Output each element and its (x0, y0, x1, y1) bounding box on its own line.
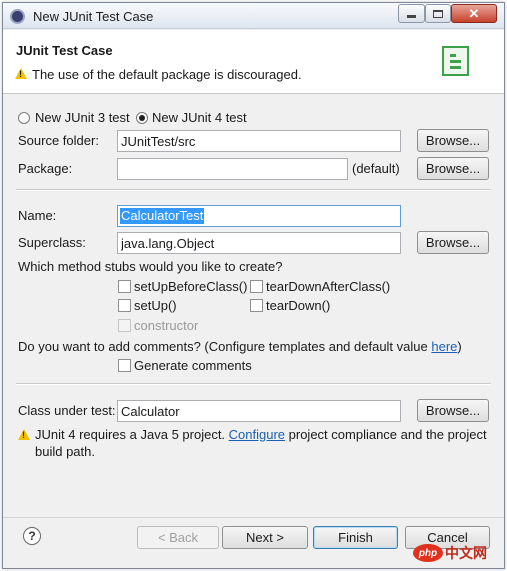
superclass-browse-button[interactable]: Browse... (417, 231, 489, 254)
java5-warning-line2: build path. (35, 444, 95, 459)
class-under-test-browse-button[interactable]: Browse... (417, 399, 489, 422)
generate-comments-label[interactable]: Generate comments (134, 358, 252, 373)
junit3-radio[interactable] (18, 112, 30, 124)
junit3-label[interactable]: New JUnit 3 test (35, 110, 130, 125)
separator (16, 383, 491, 385)
name-input[interactable]: CalculatorTest (117, 205, 401, 227)
close-button[interactable]: ✕ (451, 4, 497, 23)
maximize-icon (433, 9, 443, 18)
watermark-text: 中文网 (445, 545, 487, 561)
junit-wizard-icon (442, 46, 469, 76)
eclipse-icon (10, 9, 25, 24)
next-button[interactable]: Next > (222, 526, 308, 549)
teardown-label[interactable]: tearDown() (266, 298, 330, 313)
java5-warning-text-end: project compliance and the project (285, 427, 487, 442)
php-logo: php (413, 544, 443, 562)
setup-checkbox[interactable] (118, 299, 131, 312)
wizard-message: The use of the default package is discou… (32, 67, 302, 82)
comments-question-end: ) (457, 339, 462, 354)
name-label: Name: (18, 208, 57, 223)
class-under-test-input[interactable] (117, 400, 401, 422)
class-under-test-label: Class under test: (18, 403, 116, 418)
configure-templates-link[interactable]: here (431, 339, 457, 354)
help-icon[interactable]: ? (23, 527, 41, 545)
warning-icon (15, 68, 27, 79)
package-default-label: (default) (352, 161, 400, 176)
wizard-header: JUnit Test Case The use of the default p… (3, 30, 504, 94)
source-folder-label: Source folder: (18, 133, 99, 148)
junit4-label[interactable]: New JUnit 4 test (152, 110, 247, 125)
name-input-value: CalculatorTest (120, 208, 205, 224)
maximize-button[interactable] (425, 4, 451, 23)
php-cn-watermark: php 中文网 (413, 543, 501, 563)
teardown-after-class-label[interactable]: tearDownAfterClass() (266, 279, 390, 294)
close-icon: ✕ (468, 5, 480, 21)
window-title: New JUnit Test Case (33, 9, 154, 24)
back-button[interactable]: < Back (137, 526, 219, 549)
separator (16, 189, 491, 191)
java5-warning-line1: JUnit 4 requires a Java 5 project. Confi… (35, 427, 487, 442)
constructor-checkbox (118, 319, 131, 332)
junit4-radio[interactable] (136, 112, 148, 124)
comments-question-text: Do you want to add comments? (Configure … (18, 339, 432, 354)
constructor-label: constructor (134, 318, 199, 333)
comments-question: Do you want to add comments? (Configure … (18, 339, 462, 354)
warning-icon (18, 429, 30, 440)
footer-separator (3, 517, 504, 519)
package-input[interactable] (117, 158, 348, 180)
generate-comments-checkbox[interactable] (118, 359, 131, 372)
java5-warning-text: JUnit 4 requires a Java 5 project. (35, 427, 229, 442)
minimize-icon (407, 15, 416, 18)
source-folder-input[interactable] (117, 130, 401, 152)
superclass-input[interactable] (117, 232, 401, 254)
teardown-after-class-checkbox[interactable] (250, 280, 263, 293)
finish-button[interactable]: Finish (313, 526, 398, 549)
title-bar[interactable]: New JUnit Test Case ✕ (3, 3, 504, 29)
stubs-question: Which method stubs would you like to cre… (18, 259, 283, 274)
setup-before-class-label[interactable]: setUpBeforeClass() (134, 279, 247, 294)
superclass-label: Superclass: (18, 235, 86, 250)
dialog-window: New JUnit Test Case ✕ JUnit Test Case Th… (2, 2, 505, 569)
wizard-title: JUnit Test Case (16, 43, 113, 58)
configure-link[interactable]: Configure (229, 427, 285, 442)
package-browse-button[interactable]: Browse... (417, 157, 489, 180)
source-folder-browse-button[interactable]: Browse... (417, 129, 489, 152)
minimize-button[interactable] (398, 4, 425, 23)
setup-before-class-checkbox[interactable] (118, 280, 131, 293)
setup-label[interactable]: setUp() (134, 298, 177, 313)
teardown-checkbox[interactable] (250, 299, 263, 312)
package-label: Package: (18, 161, 73, 176)
